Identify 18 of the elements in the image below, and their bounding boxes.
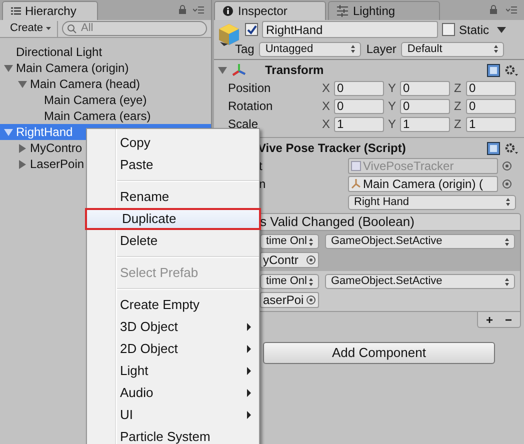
- layer-label: Layer: [366, 41, 396, 58]
- tag-label: Tag: [235, 41, 254, 58]
- axis-label: Z: [454, 116, 462, 133]
- axis-label: Z: [454, 98, 462, 115]
- property-label: Rotation: [228, 98, 274, 115]
- axis-label: X: [322, 116, 332, 133]
- component-title: Transform: [265, 62, 324, 79]
- property-label: n: [258, 176, 267, 193]
- axis-label: X: [322, 80, 332, 97]
- axis-label: Y: [388, 80, 398, 97]
- axis-label: X: [322, 98, 332, 115]
- property-label: Position: [228, 80, 272, 97]
- axis-label: Y: [388, 98, 398, 115]
- static-label: Static: [459, 22, 490, 38]
- property-label: Scale: [228, 116, 260, 133]
- menu-item: Select Prefab: [119, 264, 200, 282]
- axis-label: Z: [454, 80, 462, 97]
- axis-label: Y: [388, 116, 398, 133]
